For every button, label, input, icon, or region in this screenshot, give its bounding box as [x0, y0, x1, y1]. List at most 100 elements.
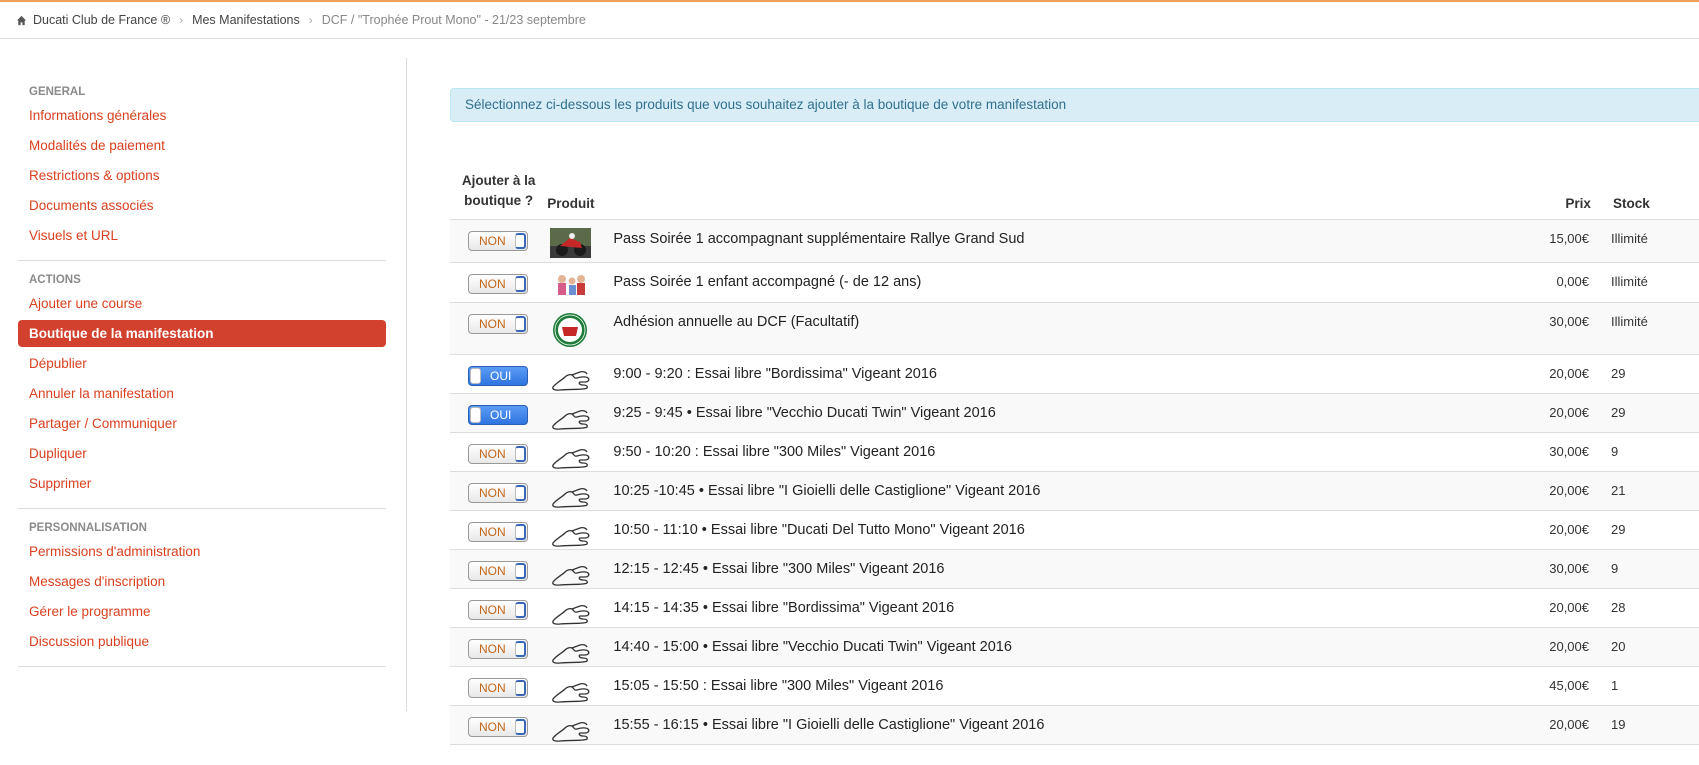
- sidebar-item[interactable]: Permissions d'administration: [18, 538, 386, 565]
- breadcrumb-item[interactable]: Ducati Club de France ®: [33, 13, 170, 27]
- product-image: [550, 303, 613, 354]
- toggle-cell: NON: [450, 550, 550, 588]
- sidebar-divider: [406, 58, 407, 711]
- product-stock: 19: [1611, 717, 1626, 732]
- table-header: Ajouter à la boutique ? Produit Prix Sto…: [450, 149, 1699, 220]
- sidebar-section-title: PERSONNALISATION: [29, 522, 147, 534]
- table-row: NON 12:15 - 12:45 • Essai libre "300 Mile…: [450, 550, 1699, 589]
- sidebar-item[interactable]: Dupliquer: [18, 440, 386, 467]
- sidebar-item[interactable]: Supprimer: [18, 470, 386, 497]
- toggle-label: OUI: [490, 369, 512, 383]
- shop-toggle[interactable]: OUI: [468, 366, 528, 386]
- shop-toggle[interactable]: NON: [468, 561, 528, 581]
- toggle-knob: [515, 641, 526, 657]
- product-image: [550, 220, 613, 262]
- product-price: 20,00€: [1549, 717, 1589, 732]
- product-stock: 9: [1611, 444, 1619, 459]
- toggle-cell: NON: [450, 667, 550, 705]
- product-name: 10:25 -10:45 • Essai libre "I Gioielli d…: [613, 483, 1041, 499]
- shop-toggle[interactable]: NON: [468, 231, 528, 251]
- product-image: [550, 667, 613, 705]
- table-row: NON Pass Soirée 1 accompagnant supplément…: [450, 220, 1699, 263]
- product-image: [550, 628, 613, 666]
- product-name: Adhésion annuelle au DCF (Facultatif): [613, 314, 860, 330]
- sidebar-item[interactable]: Discussion publique: [18, 628, 386, 655]
- breadcrumb-home[interactable]: Ducati Club de France ®: [16, 13, 170, 27]
- sidebar-item[interactable]: Restrictions & options: [18, 162, 386, 189]
- product-stock: 9: [1611, 561, 1619, 576]
- table-row: NON Adhésion annuelle au DCF (Facultatif)…: [450, 303, 1699, 355]
- circuit-icon: [552, 448, 590, 469]
- toggle-knob: [515, 446, 526, 462]
- table-row: NON 14:40 - 15:00 • Essai libre "Vecchio …: [450, 628, 1699, 667]
- circuit-icon: [552, 487, 590, 508]
- product-image: [550, 472, 613, 510]
- sidebar-item[interactable]: Visuels et URL: [18, 222, 386, 249]
- toggle-knob: [515, 680, 526, 696]
- sidebar-divider-line: [18, 260, 386, 261]
- toggle-label: NON: [479, 603, 506, 617]
- shop-toggle[interactable]: NON: [468, 639, 528, 659]
- product-price: 45,00€: [1549, 678, 1589, 693]
- product-price: 20,00€: [1549, 522, 1589, 537]
- header-add-line1: Ajouter à la: [461, 173, 536, 188]
- product-price: 0,00€: [1556, 274, 1589, 289]
- sidebar-item[interactable]: Dépublier: [18, 350, 386, 377]
- sidebar-item[interactable]: Partager / Communiquer: [18, 410, 386, 437]
- product-price: 30,00€: [1549, 444, 1589, 459]
- shop-toggle[interactable]: NON: [468, 314, 528, 334]
- sidebar-item[interactable]: Boutique de la manifestation: [18, 320, 386, 347]
- product-image: [550, 550, 613, 588]
- product-stock: 29: [1611, 522, 1626, 537]
- circuit-icon: [552, 604, 590, 625]
- product-price: 15,00€: [1549, 231, 1589, 246]
- product-name: 9:00 - 9:20 : Essai libre "Bordissima" V…: [613, 366, 937, 382]
- product-stock: 21: [1611, 483, 1626, 498]
- product-name: 9:25 - 9:45 • Essai libre "Vecchio Ducat…: [613, 405, 996, 421]
- sidebar-divider-line: [18, 508, 386, 509]
- toggle-label: NON: [479, 525, 506, 539]
- product-name: 15:55 - 16:15 • Essai libre "I Gioielli …: [613, 717, 1045, 733]
- toggle-label: NON: [479, 681, 506, 695]
- home-icon: [16, 15, 27, 25]
- shop-toggle[interactable]: NON: [468, 274, 528, 294]
- product-name: 10:50 - 11:10 • Essai libre "Ducati Del …: [613, 522, 1025, 538]
- toggle-knob: [470, 368, 481, 384]
- toggle-knob: [515, 563, 526, 579]
- main-content: Sélectionnez ci-dessous les produits que…: [450, 88, 1699, 745]
- product-stock: 1: [1611, 678, 1619, 693]
- shop-toggle[interactable]: NON: [468, 600, 528, 620]
- product-name: 14:15 - 14:35 • Essai libre "Bordissima"…: [613, 600, 955, 616]
- shop-toggle[interactable]: OUI: [468, 405, 528, 425]
- shop-toggle[interactable]: NON: [468, 717, 528, 737]
- breadcrumb-separator: ›: [308, 13, 313, 27]
- sidebar-item[interactable]: Messages d'inscription: [18, 568, 386, 595]
- shop-toggle[interactable]: NON: [468, 444, 528, 464]
- sidebar-item[interactable]: Annuler la manifestation: [18, 380, 386, 407]
- table-row: NON Pass Soirée 1 enfant accompagné (- de…: [450, 263, 1699, 303]
- toggle-cell: NON: [450, 433, 550, 471]
- header-add-line2: boutique ?: [464, 193, 534, 208]
- product-image: [550, 433, 613, 471]
- toggle-label: NON: [479, 486, 506, 500]
- sidebar-item[interactable]: Documents associés: [18, 192, 386, 219]
- table-row: NON 14:15 - 14:35 • Essai libre "Bordissi…: [450, 589, 1699, 628]
- sidebar-item[interactable]: Modalités de paiement: [18, 132, 386, 159]
- table-row: NON 15:05 - 15:50 : Essai libre "300 Mile…: [450, 667, 1699, 706]
- circuit-icon: [552, 370, 590, 391]
- product-name: 14:40 - 15:00 • Essai libre "Vecchio Duc…: [613, 639, 1012, 655]
- shop-toggle[interactable]: NON: [468, 522, 528, 542]
- toggle-cell: NON: [450, 303, 550, 354]
- product-image: [550, 706, 613, 744]
- shop-toggle[interactable]: NON: [468, 678, 528, 698]
- circuit-icon: [552, 721, 590, 742]
- shop-toggle[interactable]: NON: [468, 483, 528, 503]
- sidebar-item[interactable]: Informations générales: [18, 102, 386, 129]
- product-price: 20,00€: [1549, 405, 1589, 420]
- breadcrumb-item[interactable]: Mes Manifestations: [192, 13, 300, 27]
- toggle-cell: OUI: [450, 394, 550, 432]
- product-name: Pass Soirée 1 accompagnant supplémentair…: [613, 231, 1025, 247]
- sidebar-item[interactable]: Gérer le programme: [18, 598, 386, 625]
- sidebar-item[interactable]: Ajouter une course: [18, 290, 386, 317]
- toggle-label: NON: [479, 234, 506, 248]
